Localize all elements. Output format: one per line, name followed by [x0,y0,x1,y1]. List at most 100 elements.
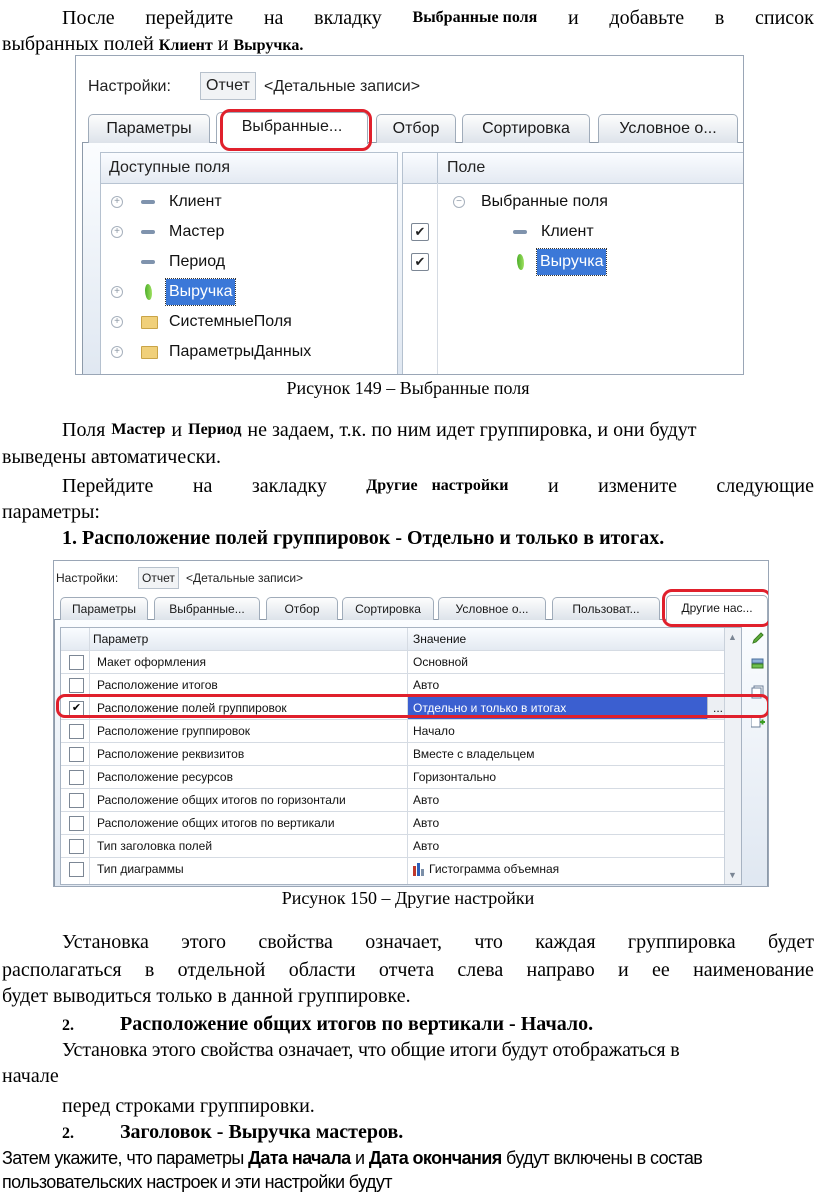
row-checkbox[interactable] [69,793,84,808]
row-value[interactable]: Авто [413,812,439,834]
row-value[interactable]: Авто [413,674,439,696]
tree-item-period[interactable]: Период [111,249,381,275]
settings-variant[interactable]: <Детальные записи> [186,571,303,585]
available-fields-pane[interactable]: Доступные поля + Клиент + Мастер Период … [100,152,398,374]
row-value[interactable]: Начало [413,720,455,742]
expand-icon[interactable]: + [111,316,123,328]
tab-label: Пользоват... [572,602,640,616]
row-checkbox[interactable] [69,816,84,831]
row-checkbox[interactable] [69,678,84,693]
highlight-oval [662,589,768,627]
expand-icon[interactable]: + [111,346,123,358]
tree-item-data-parameters[interactable]: + ПараметрыДанных [111,339,381,365]
settings-label: Настройки: [88,78,171,95]
para3-line1: Установка этого свойства означает, что к… [62,930,814,954]
selected-fields-pane[interactable]: Поле − Выбранные поля ✔ Клиент ✔ Выручка [402,152,743,374]
selected-item-client[interactable]: Клиент [443,219,733,245]
table-row[interactable]: Макет оформления Основной [61,651,741,674]
table-row[interactable]: Тип заголовка полей Авто [61,835,741,858]
row-param: Расположение итогов [97,678,218,692]
stack-icon[interactable] [751,657,765,671]
row-value[interactable]: Гистограмма объемная [429,858,559,880]
table-row[interactable]: Тип диаграммы Гистограмма объемная [61,858,741,880]
item-label: Выручка [535,248,608,276]
checkbox-revenue[interactable]: ✔ [411,253,429,271]
item-number: 2. [62,1017,74,1034]
text: отдельной [177,959,266,981]
figure-150-caption: Рисунок 150 – Другие настройки [281,888,535,908]
checkbox-client[interactable]: ✔ [411,223,429,241]
tab-filter[interactable]: Отбор [266,597,338,620]
text: и [217,33,229,55]
selected-item-revenue[interactable]: Выручка [443,248,733,276]
row-checkbox[interactable] [69,655,84,670]
table-row[interactable]: Расположение общих итогов по вертикали А… [61,812,741,835]
tree-item-client[interactable]: + Клиент [111,189,381,215]
collapse-icon[interactable]: − [453,196,465,208]
scroll-down-icon[interactable]: ▼ [728,870,737,880]
tree-item-system-fields[interactable]: + СистемныеПоля [111,309,381,335]
scroll-up-icon[interactable]: ▲ [728,632,737,642]
text: каждая [535,931,596,953]
col-header-param[interactable]: Параметр [93,628,148,650]
settings-label: Настройки: [56,571,119,585]
tab-filter[interactable]: Отбор [376,114,456,143]
tab-conditional[interactable]: Условное о... [438,597,546,620]
chart-icon [413,863,425,876]
row-value[interactable]: Основной [413,651,468,673]
tab-label: Параметры [106,120,192,137]
para3-line3: будет выводиться только в данной группир… [2,985,411,1007]
row-param: Макет оформления [97,655,206,669]
item3-heading: 2. Заголовок - Выручка мастеров. [62,1120,403,1146]
folder-icon [141,346,158,359]
settings-value-field[interactable]: Отчет [200,72,256,100]
tab-sorting[interactable]: Сортировка [462,114,590,143]
row-value[interactable]: Вместе с владельцем [413,743,534,765]
text: добавьте [609,7,685,29]
row-param: Тип заголовка полей [97,839,213,853]
tree-item-master[interactable]: + Мастер [111,219,381,245]
parameters-grid[interactable]: Параметр Значение Макет оформления Основ… [60,627,742,885]
tab-selected-fields[interactable]: Выбранные... [154,597,260,620]
text: и [171,419,183,441]
text: и [567,7,579,29]
row-checkbox[interactable] [69,862,84,877]
table-row[interactable]: Расположение ресурсов Горизонтально [61,766,741,789]
settings-value-field[interactable]: Отчет [138,567,179,589]
row-value[interactable]: Авто [413,835,439,857]
tab-conditional[interactable]: Условное о... [598,114,738,143]
para3-line2: располагаться в отдельной области отчета… [2,958,814,982]
text: свойства [258,931,333,953]
tab-user[interactable]: Пользоват... [552,597,660,620]
tab-parameters[interactable]: Параметры [88,114,210,143]
text: измените [598,475,677,497]
vertical-scrollbar[interactable]: ▲ ▼ [724,628,741,884]
col-header-value[interactable]: Значение [413,628,466,650]
edit-icon[interactable] [751,631,765,645]
row-value[interactable]: Авто [413,789,439,811]
header-label: Доступные поля [109,159,230,176]
table-row[interactable]: Расположение группировок Начало [61,720,741,743]
table-row[interactable]: Расположение общих итогов по горизонтали… [61,789,741,812]
row-checkbox[interactable] [69,747,84,762]
last-line1: Затем укажите, что параметры Дата начала… [2,1146,703,1170]
row-checkbox[interactable] [69,839,84,854]
expand-icon[interactable]: + [111,226,123,238]
expand-icon[interactable]: + [111,196,123,208]
table-row[interactable]: Расположение реквизитов Вместе с владель… [61,743,741,766]
row-checkbox[interactable] [69,770,84,785]
tree-item-revenue[interactable]: + Выручка [111,278,381,306]
expand-icon[interactable]: + [111,286,123,298]
tree-root-selected[interactable]: − Выбранные поля [443,189,733,215]
figure-149-screenshot: Настройки: Отчет <Детальные записи> Пара… [75,55,744,375]
header-label: Поле [447,159,486,176]
settings-variant[interactable]: <Детальные записи> [264,78,420,96]
row-value[interactable]: Горизонтально [413,766,496,788]
row-checkbox[interactable] [69,724,84,739]
text: выбранных полей [2,33,154,55]
tab-label: Отбор [284,602,320,616]
text: и [354,1148,365,1168]
tab-sorting[interactable]: Сортировка [342,597,434,620]
item1-heading: 1. Расположение полей группировок - Отде… [62,527,665,549]
tab-parameters[interactable]: Параметры [60,597,148,620]
